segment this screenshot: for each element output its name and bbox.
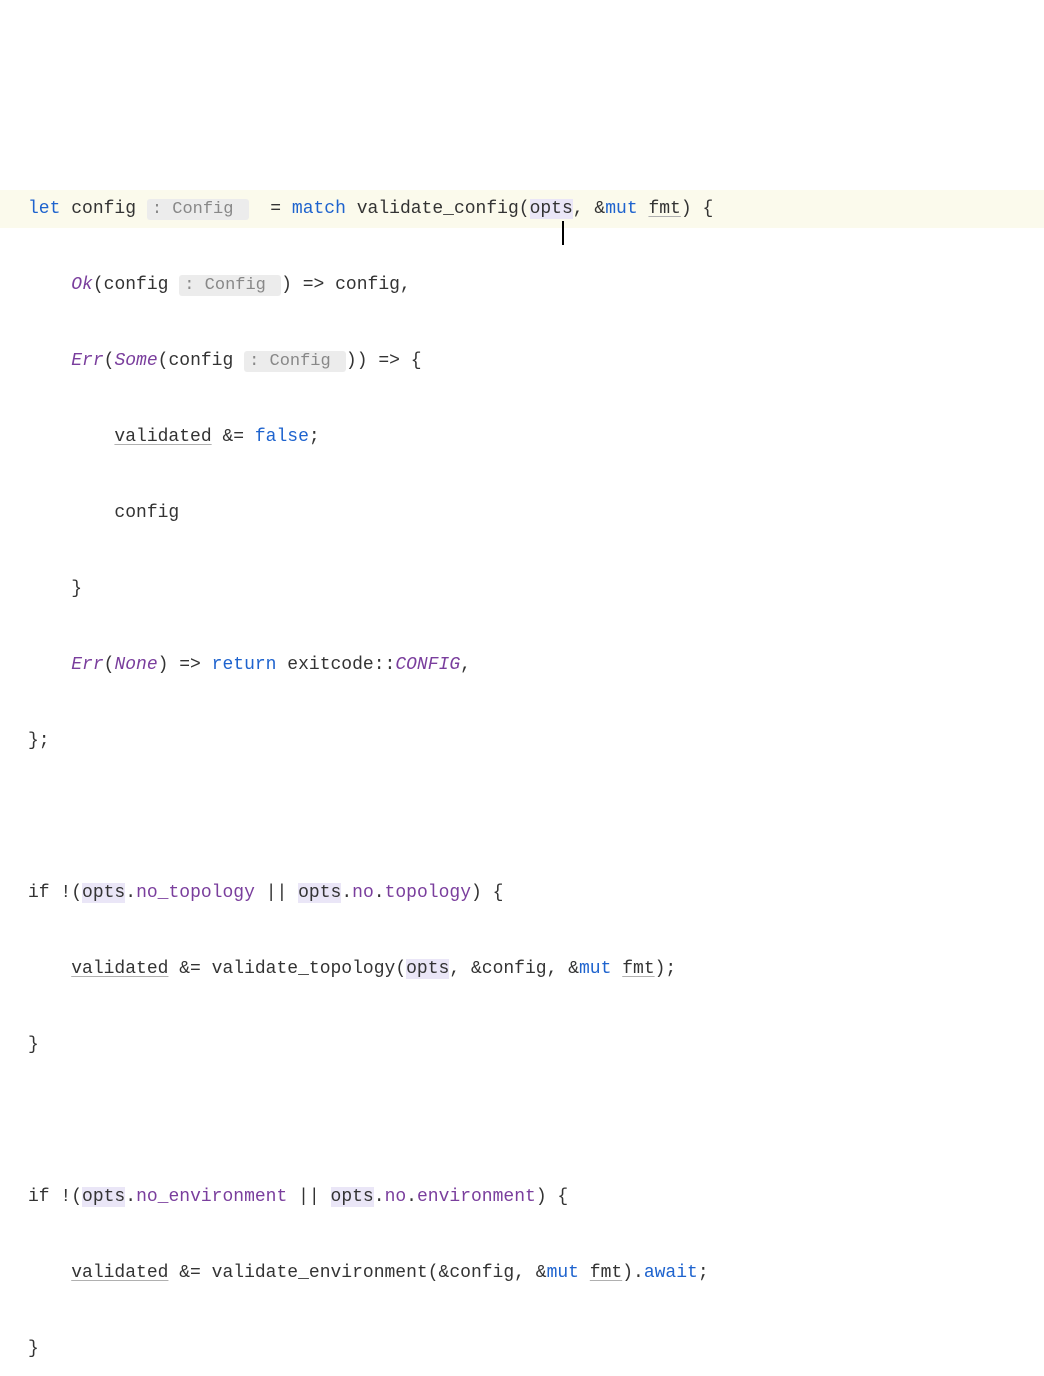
var-opts-highlighted: opts [298, 883, 341, 903]
arg-fmt: fmt [648, 199, 680, 219]
var-opts-highlighted: opts [82, 883, 125, 903]
variant-none: None [114, 655, 157, 675]
arg-fmt: fmt [622, 959, 654, 979]
code-line-13[interactable] [0, 1102, 1044, 1140]
code-line-15[interactable]: validated &= validate_environment(&confi… [0, 1254, 1044, 1292]
keyword-let: let [28, 199, 60, 219]
code-line-14[interactable]: if !(opts.no_environment || opts.no.envi… [0, 1178, 1044, 1216]
code-line-11[interactable]: validated &= validate_topology(opts, &co… [0, 950, 1044, 988]
func-validate-topology: validate_topology [212, 959, 396, 979]
code-line-16[interactable]: } [0, 1330, 1044, 1368]
field-topology: topology [385, 883, 471, 903]
keyword-match: match [292, 199, 346, 219]
func-validate-config: validate_config [357, 199, 519, 219]
field-no-topology: no_topology [136, 883, 255, 903]
variant-err: Err [71, 655, 103, 675]
variant-err: Err [71, 351, 103, 371]
keyword-mut: mut [605, 199, 637, 219]
var-config: config [71, 199, 136, 219]
code-line-9[interactable] [0, 798, 1044, 836]
code-line-5[interactable]: config [0, 494, 1044, 532]
keyword-return: return [212, 655, 277, 675]
const-config: CONFIG [395, 655, 460, 675]
type-hint-config: : Config [147, 199, 249, 220]
code-line-1[interactable]: let config : Config = match validate_con… [0, 190, 1044, 228]
field-no: no [352, 883, 374, 903]
keyword-false: false [255, 427, 309, 447]
variant-ok: Ok [71, 275, 93, 295]
var-validated: validated [114, 427, 211, 447]
code-editor[interactable]: let config : Config = match validate_con… [0, 152, 1044, 1376]
keyword-await: await [644, 1263, 698, 1283]
type-hint-config: : Config [244, 351, 346, 372]
code-line-2[interactable]: Ok(config : Config ) => config, [0, 266, 1044, 304]
variant-some: Some [114, 351, 157, 371]
var-opts-highlighted: opts [82, 1187, 125, 1207]
code-line-8[interactable]: }; [0, 722, 1044, 760]
code-line-7[interactable]: Err(None) => return exitcode::CONFIG, [0, 646, 1044, 684]
var-validated: validated [71, 1263, 168, 1283]
code-line-6[interactable]: } [0, 570, 1044, 608]
keyword-mut: mut [547, 1263, 579, 1283]
code-line-10[interactable]: if !(opts.no_topology || opts.no.topolog… [0, 874, 1044, 912]
code-line-12[interactable]: } [0, 1026, 1044, 1064]
field-no-environment: no_environment [136, 1187, 287, 1207]
func-validate-environment: validate_environment [212, 1263, 428, 1283]
code-line-4[interactable]: validated &= false; [0, 418, 1044, 456]
var-validated: validated [71, 959, 168, 979]
type-hint-config: : Config [179, 275, 281, 296]
arg-opts-highlighted: opt [530, 199, 562, 219]
var-opts-highlighted: opts [406, 959, 449, 979]
code-line-3[interactable]: Err(Some(config : Config )) => { [0, 342, 1044, 380]
var-opts-highlighted: opts [331, 1187, 374, 1207]
field-environment: environment [417, 1187, 536, 1207]
arg-fmt: fmt [590, 1263, 622, 1283]
field-no: no [385, 1187, 407, 1207]
keyword-mut: mut [579, 959, 611, 979]
